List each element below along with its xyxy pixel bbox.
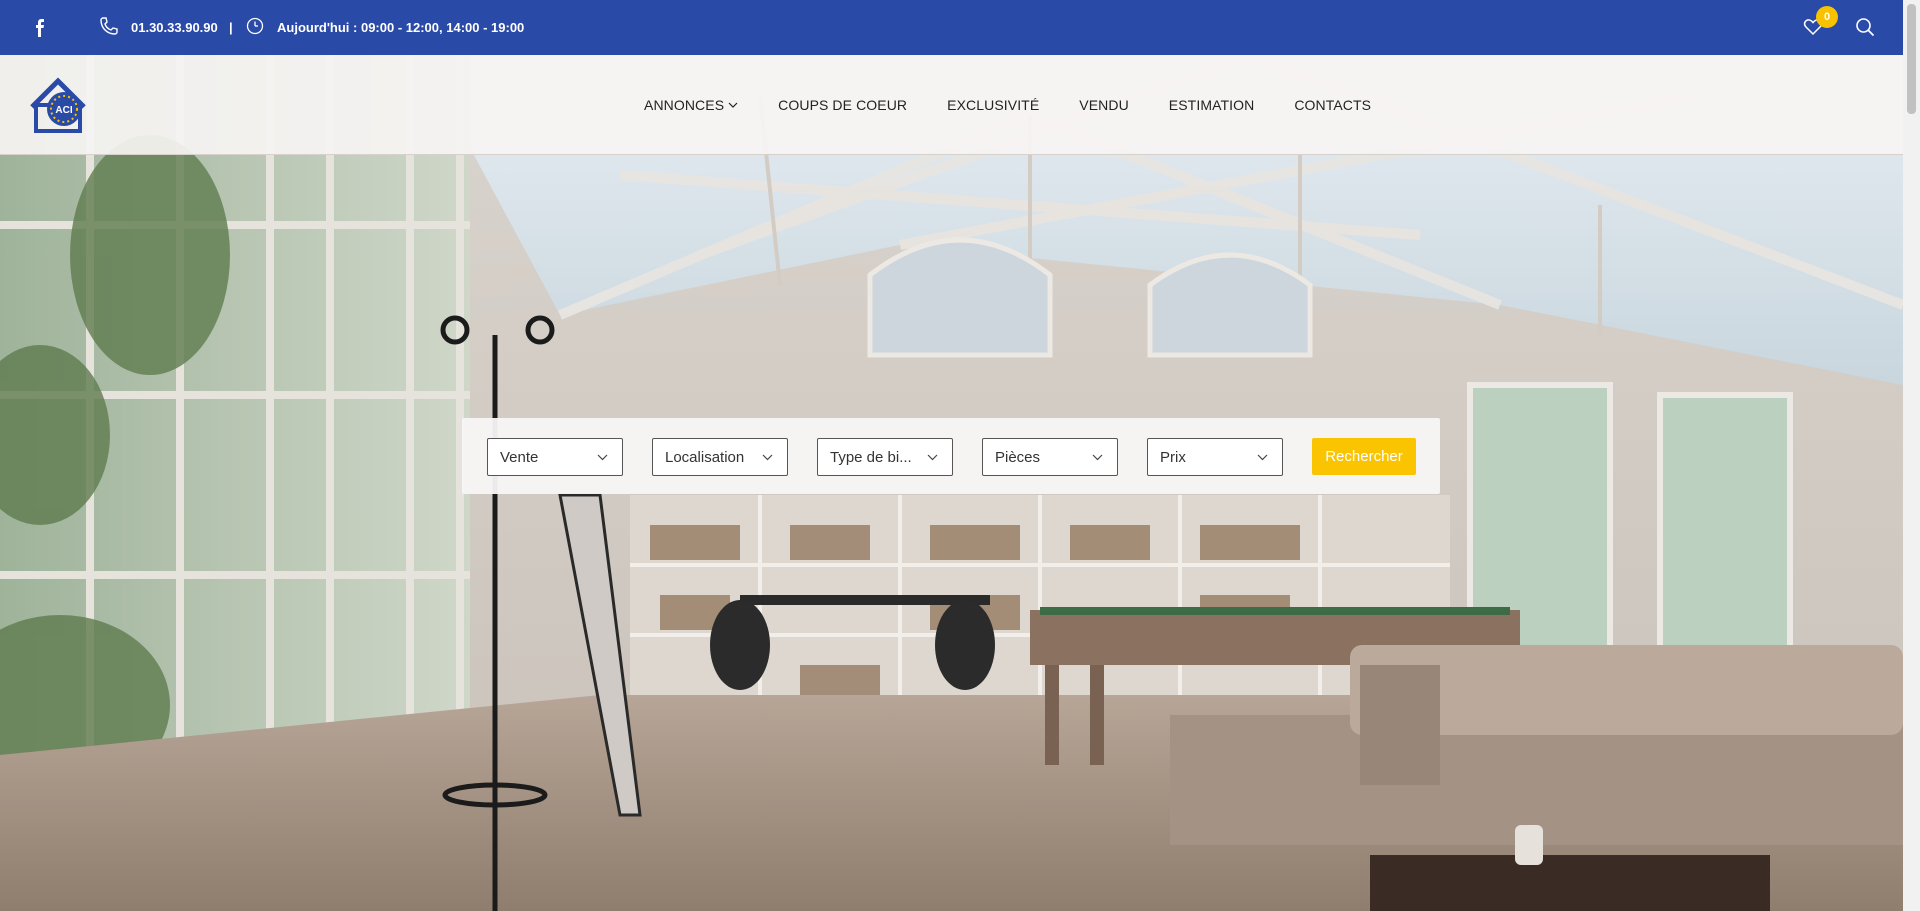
chevron-down-icon: [927, 454, 938, 461]
chevron-down-icon: [597, 454, 608, 461]
nav-menu: ANNONCES COUPS DE COEUR EXCLUSIVITÉ VEND…: [644, 55, 1411, 155]
logo-text: ACI: [55, 105, 72, 116]
chevron-down-icon: [762, 454, 773, 461]
search-button[interactable]: Rechercher: [1312, 438, 1416, 475]
nav-item-label: CONTACTS: [1294, 97, 1372, 113]
nav-item-label: COUPS DE COEUR: [778, 97, 908, 113]
select-value: Vente: [500, 449, 539, 466]
property-type-select[interactable]: Type de bi...: [817, 438, 953, 476]
nav-item-annonces[interactable]: ANNONCES: [644, 97, 738, 113]
scrollbar-thumb[interactable]: [1907, 4, 1916, 114]
nav-item-label: ESTIMATION: [1168, 97, 1255, 113]
select-value: Prix: [1160, 449, 1186, 466]
select-value: Pièces: [995, 449, 1041, 466]
location-select[interactable]: Localisation: [652, 438, 788, 476]
nav-item-estimation[interactable]: ESTIMATION: [1169, 97, 1255, 113]
nav-item-exclusivite[interactable]: EXCLUSIVITÉ: [947, 97, 1039, 113]
page-scrollbar[interactable]: [1903, 0, 1920, 911]
rooms-select[interactable]: Pièces: [982, 438, 1118, 476]
opening-hours: Aujourd'hui : 09:00 - 12:00, 14:00 - 19:…: [277, 20, 525, 35]
nav-item-label: VENDU: [1079, 97, 1129, 113]
select-value: Localisation: [665, 449, 745, 466]
favorites-count-badge: 0: [1816, 6, 1838, 28]
top-bar: 01.30.33.90.90 | Aujourd'hui : 09:00 - 1…: [0, 0, 1903, 55]
facebook-icon[interactable]: [34, 19, 46, 37]
search-icon[interactable]: [1855, 17, 1875, 37]
nav-item-contacts[interactable]: CONTACTS: [1294, 97, 1371, 113]
select-value: Type de bi...: [830, 449, 912, 466]
phone-icon: [100, 17, 118, 35]
price-select[interactable]: Prix: [1147, 438, 1283, 476]
transaction-type-select[interactable]: Vente: [487, 438, 623, 476]
separator: |: [229, 20, 233, 35]
phone-number[interactable]: 01.30.33.90.90: [131, 20, 218, 35]
nav-item-label: ANNONCES: [644, 97, 725, 113]
property-search-bar: Vente Localisation Type de bi... Pièces …: [462, 418, 1440, 494]
nav-item-coups-de-coeur[interactable]: COUPS DE COEUR: [778, 97, 907, 113]
clock-icon: [246, 17, 264, 35]
chevron-down-icon: [728, 102, 738, 108]
aci-logo[interactable]: ACI: [28, 77, 90, 135]
nav-item-vendu[interactable]: VENDU: [1079, 97, 1129, 113]
nav-item-label: EXCLUSIVITÉ: [947, 97, 1040, 113]
chevron-down-icon: [1092, 454, 1103, 461]
chevron-down-icon: [1257, 454, 1268, 461]
main-navigation: ACI ANNONCES COUPS DE COEUR EXCLUSIVITÉ …: [0, 55, 1903, 155]
